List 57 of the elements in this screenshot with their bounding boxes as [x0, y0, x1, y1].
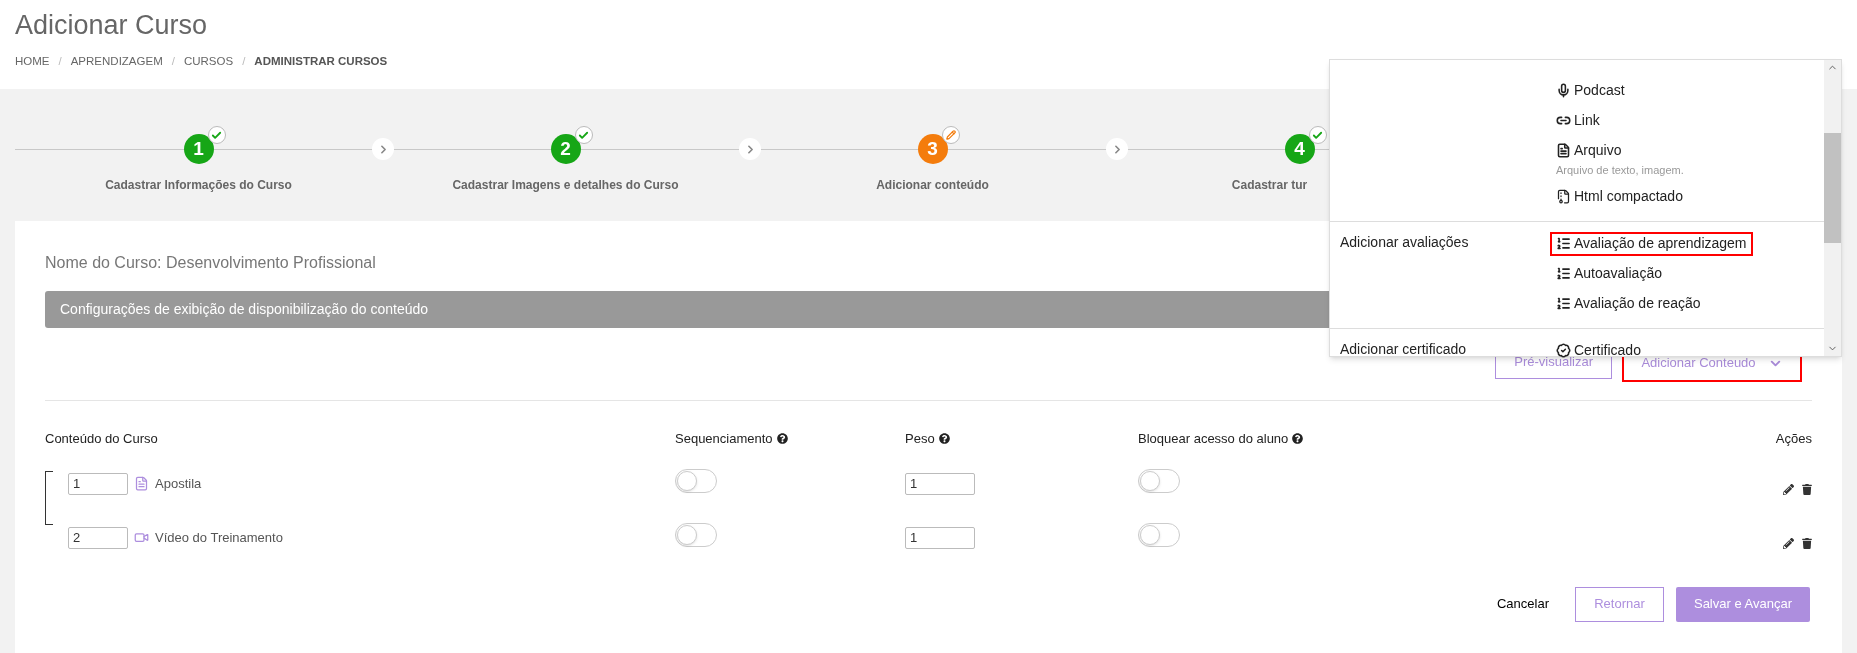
page-title: Adicionar Curso [15, 9, 209, 42]
list-icon [1556, 236, 1571, 251]
toggle-switch[interactable] [675, 469, 717, 494]
toggle-switch[interactable] [1138, 469, 1180, 494]
menu-item[interactable]: Arquivo [1550, 138, 1689, 162]
cancel-button[interactable]: Cancelar [1482, 594, 1563, 614]
column-header: Bloquear acesso do aluno [1138, 430, 1289, 448]
item-description: Arquivo de texto, imagem. [1555, 163, 1685, 178]
document-icon [1556, 142, 1571, 158]
content-title: Vídeo do Treinamento [155, 528, 283, 547]
document-icon [134, 476, 149, 491]
breadcrumb-link[interactable]: APRENDIZAGEM [70, 53, 163, 71]
edit-icon[interactable] [1783, 538, 1794, 549]
menu-item[interactable]: Autoavaliação [1550, 261, 1753, 286]
step-label: Adicionar conteúdo [876, 177, 989, 194]
video-icon [134, 530, 149, 545]
breadcrumb-separator: / [58, 54, 62, 69]
breadcrumb-link[interactable]: ADMINISTRAR CURSOS [254, 53, 388, 71]
scrollbar[interactable] [1824, 60, 1841, 356]
step-label: Cadastrar Imagens e detalhes do Curso [452, 177, 679, 194]
breadcrumb-link[interactable]: CURSOS [183, 53, 234, 71]
list-icon [1556, 296, 1571, 311]
chevron-right-icon [372, 138, 394, 160]
menu-item[interactable]: Avaliação de aprendizagem [1550, 231, 1753, 256]
edit-icon[interactable] [1783, 484, 1794, 495]
step-label: Cadastrar tur [1231, 177, 1308, 194]
section-label: Adicionar avaliações [1340, 233, 1469, 250]
section-label: Adicionar certificado [1340, 340, 1467, 357]
breadcrumb-separator: / [242, 54, 246, 69]
column-header: Sequenciamento [675, 430, 773, 448]
trash-icon[interactable] [1802, 538, 1812, 549]
order-input[interactable]: 1 [68, 472, 128, 495]
breadcrumb-separator: / [171, 54, 175, 69]
toggle-switch[interactable] [675, 523, 717, 548]
bracket-line [45, 470, 53, 525]
menu-item[interactable]: Avaliação de reação [1550, 291, 1753, 316]
microphone-icon [1556, 82, 1571, 98]
weight-input[interactable]: 1 [905, 526, 975, 549]
column-header: Ações [1775, 430, 1812, 448]
step-label: Cadastrar Informações do Curso [105, 177, 292, 194]
toggle-switch[interactable] [1138, 523, 1180, 548]
menu-item[interactable]: Podcast [1550, 78, 1689, 102]
breadcrumb-link[interactable]: HOME [15, 53, 50, 71]
chevron-right-icon [1106, 138, 1128, 160]
column-header: Peso [905, 430, 935, 448]
list-icon [1556, 266, 1571, 281]
order-input[interactable]: 2 [68, 526, 128, 549]
zip-file-icon [1556, 189, 1571, 204]
column-header: Conteúdo do Curso [45, 430, 158, 448]
content-title: Apostila [155, 474, 202, 493]
weight-input[interactable]: 1 [905, 472, 975, 495]
trash-icon[interactable] [1802, 484, 1812, 495]
certificate-icon [1556, 343, 1571, 358]
chevron-right-icon [739, 138, 761, 160]
course-name: Nome do Curso: Desenvolvimento Profissional [45, 253, 376, 273]
menu-item[interactable]: Link [1550, 108, 1689, 132]
menu-item[interactable]: Html compactado [1550, 184, 1689, 209]
